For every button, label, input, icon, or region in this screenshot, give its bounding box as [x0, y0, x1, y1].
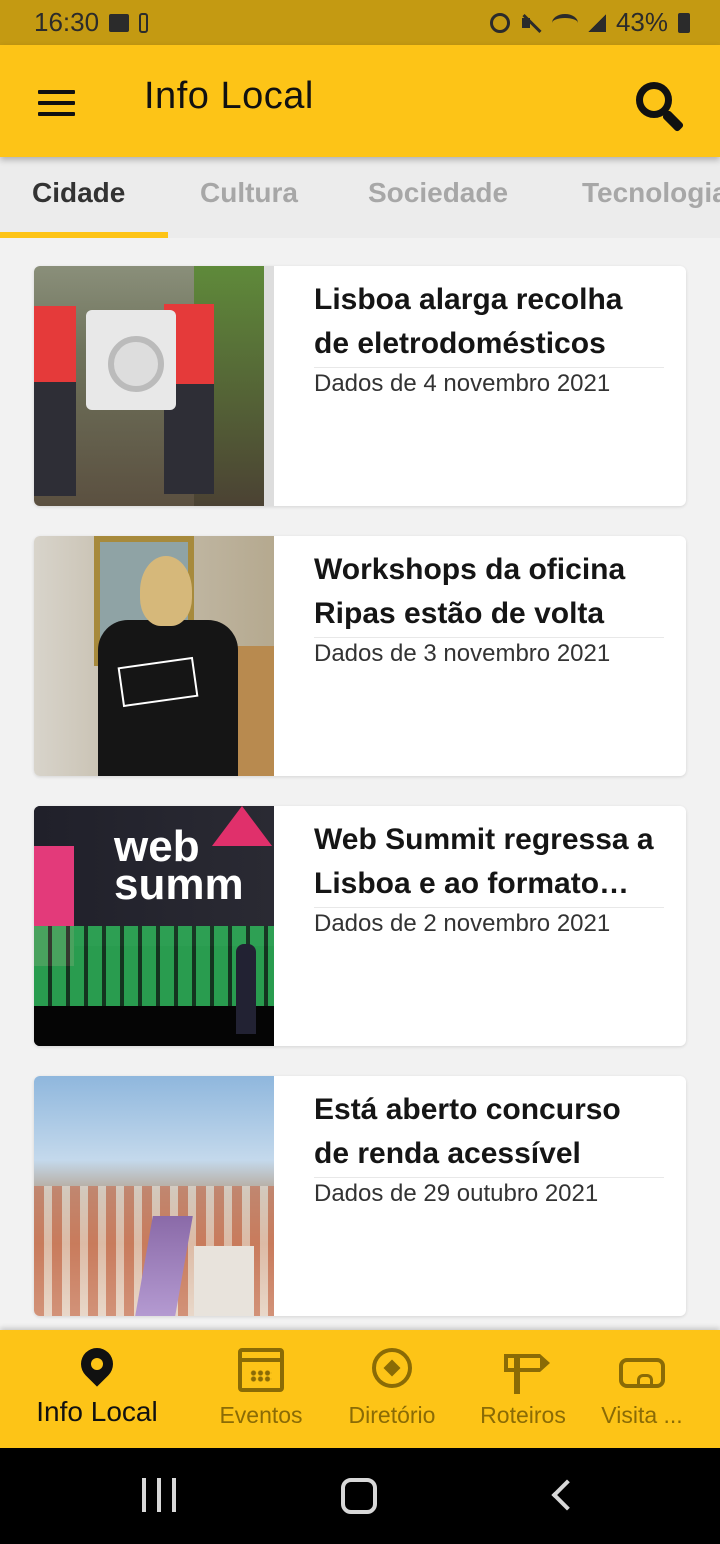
app-bar: Info Local	[0, 45, 720, 157]
app-title: Info Local	[144, 75, 314, 117]
tab-cidade[interactable]: Cidade	[32, 177, 125, 209]
article-title: Web Summit regressa a Lisboa e ao format…	[314, 818, 664, 908]
article-thumbnail: web summ	[34, 806, 274, 1046]
compass-icon	[372, 1348, 412, 1388]
article-card[interactable]: Está aberto concurso de renda acessível …	[34, 1076, 686, 1316]
article-thumbnail	[34, 266, 274, 506]
article-card[interactable]: Lisboa alarga recolha de eletrodoméstico…	[34, 266, 686, 506]
article-date: Dados de 3 novembro 2021	[314, 640, 611, 667]
battery-percent: 43%	[615, 7, 668, 37]
nav-label: Diretório	[348, 1402, 436, 1428]
nav-visita[interactable]: Visita ...	[590, 1330, 694, 1448]
article-card[interactable]: Workshops da oficina Ripas estão de volt…	[34, 536, 686, 776]
category-tabs: Cidade Cultura Sociedade Tecnologia	[0, 157, 720, 238]
usb-icon	[139, 12, 149, 33]
home-icon[interactable]	[341, 1478, 377, 1514]
vr-headset-icon	[619, 1358, 665, 1388]
article-title: Está aberto concurso de renda acessível	[314, 1088, 664, 1178]
status-bar: 16:30 43%	[0, 0, 720, 45]
article-title: Lisboa alarga recolha de eletrodoméstico…	[314, 278, 664, 368]
calendar-icon	[238, 1348, 284, 1392]
nav-info-local[interactable]: Info Local	[22, 1330, 172, 1448]
article-date: Dados de 4 novembro 2021	[314, 370, 611, 397]
nav-label: Info Local	[36, 1396, 158, 1427]
menu-icon[interactable]	[38, 90, 75, 116]
gallery-icon	[109, 13, 130, 32]
article-thumbnail	[34, 536, 274, 776]
system-navigation-bar	[0, 1448, 720, 1544]
article-date: Dados de 2 novembro 2021	[314, 910, 611, 937]
nav-label: Visita ...	[601, 1402, 683, 1428]
nav-roteiros[interactable]: Roteiros	[464, 1330, 582, 1448]
tab-sociedade[interactable]: Sociedade	[368, 177, 508, 209]
recent-apps-icon[interactable]	[142, 1478, 176, 1512]
wifi-icon	[551, 13, 578, 32]
signal-icon	[587, 13, 606, 32]
article-title: Workshops da oficina Ripas estão de volt…	[314, 548, 664, 638]
nav-label: Roteiros	[480, 1402, 566, 1428]
article-thumbnail	[34, 1076, 274, 1316]
thumbnail-wordmark: web summ	[114, 822, 244, 909]
alarm-icon	[489, 12, 510, 33]
battery-icon	[678, 12, 690, 33]
status-time: 16:30	[34, 7, 100, 37]
bottom-navigation: Info Local Eventos Diretório Roteiros Vi…	[0, 1330, 720, 1448]
back-icon[interactable]	[551, 1479, 583, 1511]
location-pin-icon	[74, 1341, 120, 1392]
article-date: Dados de 29 outubro 2021	[314, 1180, 599, 1207]
tab-tecnologia[interactable]: Tecnologia	[582, 177, 720, 209]
nav-label: Eventos	[219, 1402, 303, 1428]
signpost-icon	[500, 1348, 550, 1394]
nav-eventos[interactable]: Eventos	[196, 1330, 326, 1448]
article-card[interactable]: web summ Web Summit regressa a Lisboa e a…	[34, 806, 686, 1046]
article-list: Lisboa alarga recolha de eletrodoméstico…	[0, 238, 720, 1330]
mute-icon	[520, 13, 542, 33]
nav-diretorio[interactable]: Diretório	[332, 1330, 452, 1448]
tab-cultura[interactable]: Cultura	[200, 177, 298, 209]
search-icon[interactable]	[634, 80, 686, 133]
